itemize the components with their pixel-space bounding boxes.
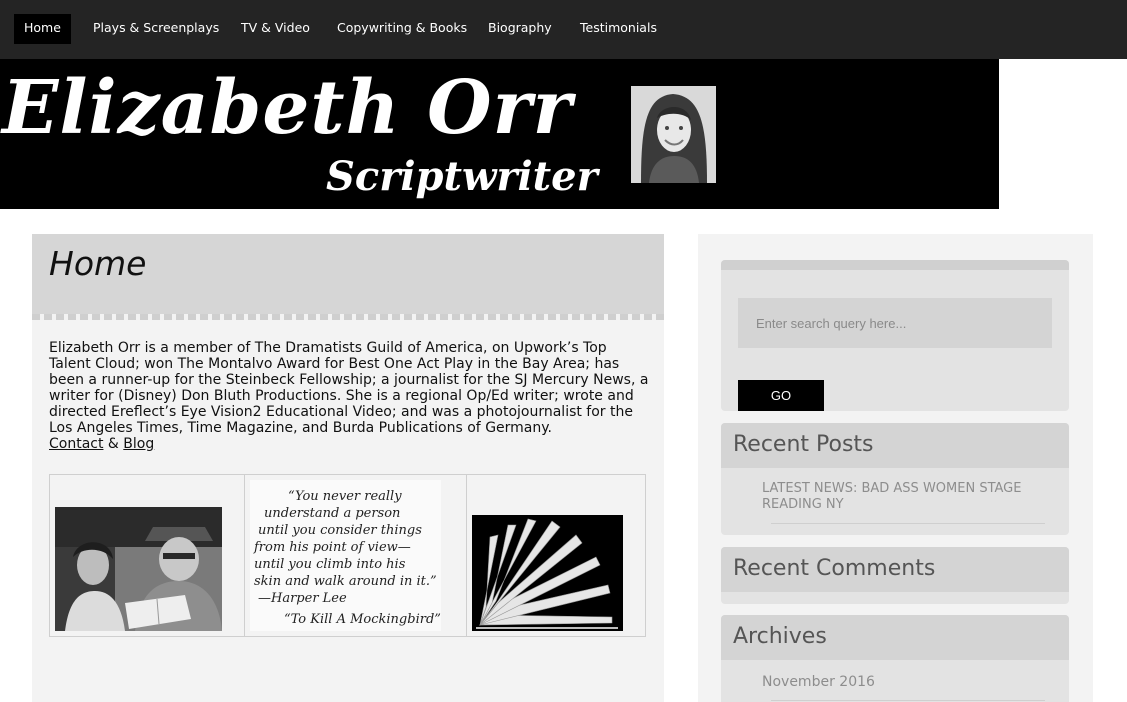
quote-line: —Harper Lee (258, 591, 347, 606)
nav-item-plays-screenplays[interactable]: Plays & Screenplays (93, 14, 219, 44)
site-tagline-logo: Scriptwriter (326, 153, 598, 200)
intro-paragraph: Elizabeth Orr is a member of The Dramati… (49, 340, 649, 436)
search-widget-band (721, 260, 1069, 270)
page-title: Home (49, 244, 147, 283)
author-portrait-image (631, 86, 716, 183)
quote-line: “To Kill A Mockingbird” (284, 612, 441, 627)
blog-link[interactable]: Blog (123, 436, 154, 452)
search-widget: GO (721, 260, 1069, 411)
gallery-cell: “You never really understand a person un… (245, 475, 467, 636)
site-name-logo: Elizabeth Orr (2, 65, 573, 151)
gallery-cell (467, 475, 647, 636)
quote-line: until you consider things (258, 523, 422, 538)
search-input[interactable] (738, 298, 1052, 348)
main-content: Home Elizabeth Orr is a member of The Dr… (32, 234, 664, 702)
sidebar: GO Recent Posts LATEST NEWS: BAD ASS WOM… (698, 234, 1093, 702)
links-separator: & (107, 436, 119, 452)
nav-item-home[interactable]: Home (14, 14, 71, 44)
contact-link[interactable]: Contact (49, 436, 103, 452)
recent-posts-title: Recent Posts (721, 423, 1069, 468)
recent-comments-widget: Recent Comments (721, 547, 1069, 604)
nav-item-biography[interactable]: Biography (488, 14, 552, 44)
recent-post-link[interactable]: LATEST NEWS: BAD ASS WOMEN STAGE READING… (762, 481, 1052, 513)
recent-comments-title: Recent Comments (721, 547, 1069, 592)
archives-title: Archives (721, 615, 1069, 660)
title-divider (32, 314, 664, 320)
harper-lee-quote-image: “You never really understand a person un… (250, 480, 441, 631)
nav-item-tv-video[interactable]: TV & Video (241, 14, 310, 44)
archive-link[interactable]: November 2016 (762, 674, 875, 690)
quote-line: until you climb into his (254, 557, 406, 572)
nav-item-testimonials[interactable]: Testimonials (580, 14, 657, 44)
image-gallery: “You never really understand a person un… (49, 474, 646, 637)
archives-widget: Archives November 2016 (721, 615, 1069, 702)
search-go-button[interactable]: GO (738, 380, 824, 411)
page-title-bar: Home (32, 234, 664, 314)
archive-divider (771, 700, 1045, 701)
quote-line: understand a person (264, 506, 400, 521)
quote-line: skin and walk around in it.” (254, 574, 437, 589)
top-navigation: Home Plays & Screenplays TV & Video Copy… (0, 0, 1127, 59)
gallery-cell (50, 475, 245, 636)
quote-line: “You never really (288, 489, 402, 504)
quote-line: from his point of view— (253, 540, 411, 555)
contact-blog-links: Contact & Blog (49, 436, 154, 452)
mockingbird-film-still-image (55, 507, 222, 631)
site-banner[interactable]: Elizabeth Orr Scriptwriter (0, 59, 999, 209)
nav-item-copywriting-books[interactable]: Copywriting & Books (337, 14, 467, 44)
post-divider (771, 523, 1045, 524)
recent-posts-widget: Recent Posts LATEST NEWS: BAD ASS WOMEN … (721, 423, 1069, 535)
open-book-image (472, 515, 623, 631)
